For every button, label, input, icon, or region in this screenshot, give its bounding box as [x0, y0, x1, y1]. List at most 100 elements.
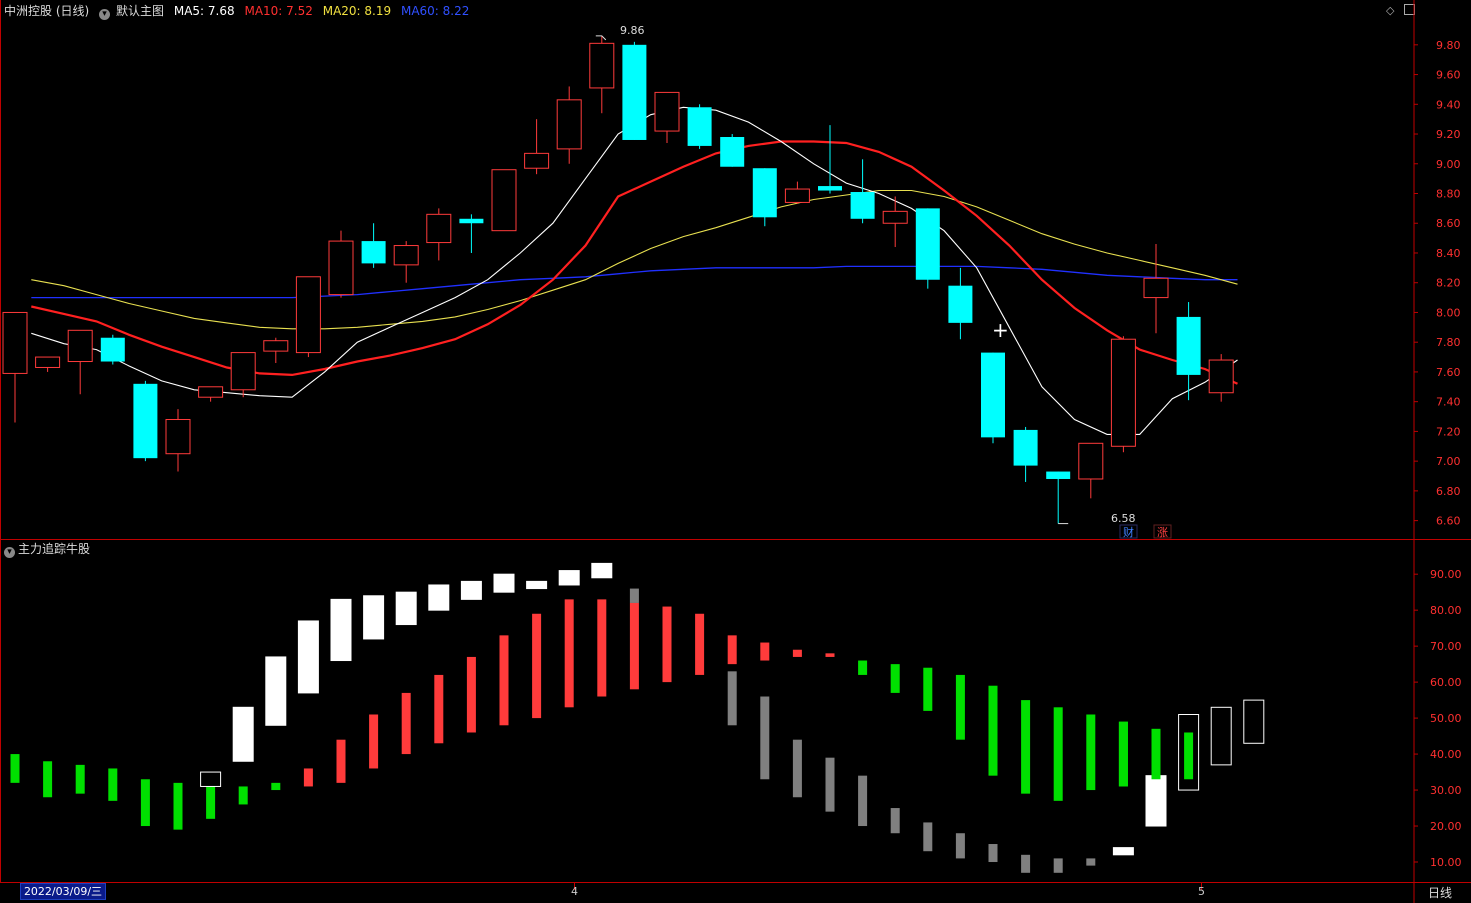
candlesticks[interactable] — [2, 35, 1234, 525]
price-tick-label: 8.80 — [1436, 188, 1461, 201]
price-tick-label: 7.00 — [1436, 455, 1461, 468]
candle-body — [198, 386, 224, 398]
indicator-tick-label: 70.00 — [1430, 640, 1462, 653]
candle-body — [1046, 471, 1071, 479]
price-tick-label: 6.80 — [1436, 485, 1461, 498]
green-bar — [271, 782, 281, 791]
chart-canvas[interactable]: 9.80 9.60 9.40 9.20 9.00 8.80 8.60 8.40 8.20 8.00… — [0, 0, 1471, 903]
green-bar-front — [1151, 728, 1161, 780]
white-box — [1112, 847, 1134, 856]
indicator-tick-label: 10.00 — [1430, 856, 1462, 869]
candle-body — [230, 352, 256, 391]
green-bar — [206, 786, 216, 819]
price-tick-label: 7.40 — [1436, 396, 1461, 409]
gray-bar — [629, 588, 639, 603]
price-tick-label: 9.20 — [1436, 128, 1461, 141]
candle-body — [589, 42, 615, 89]
candle-body — [1078, 442, 1104, 480]
gray-bar — [760, 696, 770, 780]
candle-body — [295, 276, 321, 354]
white-box — [460, 580, 482, 600]
price-tick-label: 7.20 — [1436, 425, 1461, 438]
candle-body — [100, 337, 125, 362]
crosshair-cursor: + — [992, 318, 1009, 342]
white-box — [591, 562, 613, 579]
candle-body — [426, 213, 452, 244]
white-box — [232, 706, 254, 762]
candle-body — [35, 356, 61, 368]
month-5-label: 5 — [1198, 885, 1205, 898]
candle-body — [1143, 277, 1169, 299]
green-bar — [75, 764, 85, 794]
green-bar — [955, 674, 965, 740]
gray-bar — [727, 671, 737, 726]
green-bar — [890, 664, 900, 693]
indicator-tick-label: 20.00 — [1430, 820, 1462, 833]
candle-body — [818, 186, 842, 191]
price-tick-label: 6.60 — [1436, 515, 1461, 528]
red-bar — [369, 714, 379, 769]
gray-bar — [825, 757, 835, 812]
white-box — [363, 595, 385, 640]
indicator-tick-label: 50.00 — [1430, 712, 1462, 725]
price-tick-label: 8.40 — [1436, 247, 1461, 260]
indicator-tick-label: 60.00 — [1430, 676, 1462, 689]
finance-badge[interactable]: 财 — [1123, 525, 1134, 539]
indicator-axis: 90.00 80.00 70.00 60.00 50.00 40.00 30.00 20.00… — [1414, 568, 1462, 869]
indicator-tick-label: 90.00 — [1430, 568, 1462, 581]
red-bar — [727, 635, 737, 665]
period-selector[interactable]: 日线 — [1428, 884, 1452, 901]
green-bar — [108, 768, 118, 801]
cursor-date: 2022/03/09/三 — [20, 883, 106, 900]
price-tick-label: 9.40 — [1436, 98, 1461, 111]
candle-body — [687, 107, 712, 146]
white-box — [1243, 699, 1265, 744]
candle-body — [784, 188, 810, 203]
price-tick-label: 9.80 — [1436, 39, 1461, 52]
white-box — [297, 620, 319, 694]
green-bar — [10, 754, 20, 783]
green-bar — [988, 685, 998, 776]
red-bar — [532, 613, 542, 719]
price-tick-label: 8.20 — [1436, 277, 1461, 290]
red-bar — [303, 768, 313, 787]
price-tick-label: 8.00 — [1436, 306, 1461, 319]
red-bar — [695, 613, 705, 675]
price-tick-label: 9.00 — [1436, 158, 1461, 171]
green-bar — [1086, 714, 1096, 791]
gray-bar — [792, 739, 802, 798]
green-bar-front — [1118, 721, 1128, 787]
price-axis: 9.80 9.60 9.40 9.20 9.00 8.80 8.60 8.40 8.20 8.00… — [1414, 39, 1461, 528]
limit-up-badge[interactable]: 涨 — [1157, 526, 1168, 539]
candle-body — [133, 383, 158, 459]
chart-frame — [0, 0, 1471, 903]
gray-bar — [1021, 854, 1031, 873]
red-bar — [499, 635, 509, 726]
low-price-label: 6.58 — [1111, 512, 1136, 525]
red-bar — [760, 642, 770, 661]
gray-bar — [955, 833, 965, 859]
white-box — [395, 591, 417, 626]
candle-body — [882, 210, 908, 224]
ma10-line — [31, 140, 1238, 385]
green-bar — [923, 667, 933, 711]
white-box — [428, 584, 450, 611]
green-bar-front — [1184, 732, 1194, 780]
candle-body — [1208, 359, 1234, 394]
candle-body — [491, 169, 517, 232]
candle-body — [654, 91, 680, 132]
indicator-tick-label: 80.00 — [1430, 604, 1462, 617]
green-bar — [173, 782, 183, 830]
high-leader — [595, 35, 607, 41]
indicator-bars[interactable] — [10, 562, 1265, 873]
white-box — [558, 570, 580, 586]
gray-bar — [890, 808, 900, 834]
candle-body — [556, 99, 582, 150]
indicator-tick-label: 30.00 — [1430, 784, 1462, 797]
candle-body — [328, 240, 354, 296]
price-tick-label: 7.80 — [1436, 336, 1461, 349]
candle-body — [361, 241, 386, 264]
white-box — [526, 580, 548, 590]
white-box — [493, 573, 515, 593]
moving-average-lines — [31, 106, 1238, 435]
